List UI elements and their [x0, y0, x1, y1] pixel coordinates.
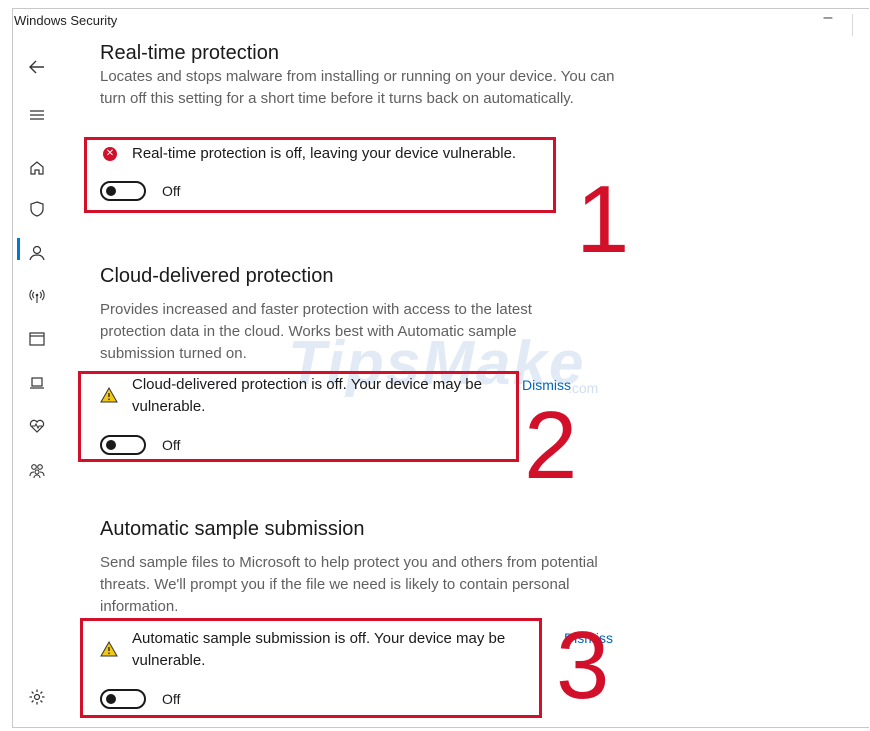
gear-icon[interactable]	[26, 686, 48, 708]
titlebar-divider	[852, 14, 853, 36]
hamburger-icon[interactable]	[26, 104, 48, 126]
sample-toggle-label: Off	[162, 691, 181, 707]
dismiss-link-cloud[interactable]: Dismiss	[522, 377, 571, 393]
status-message-cloud: Cloud-delivered protection is off. Your …	[132, 376, 482, 415]
sample-toggle[interactable]	[100, 689, 146, 709]
warning-icon	[100, 387, 118, 403]
health-heart-icon[interactable]	[26, 415, 48, 437]
toggle-knob	[106, 186, 116, 196]
section-title-realtime: Real-time protection	[100, 42, 279, 64]
realtime-toggle[interactable]	[100, 181, 146, 201]
section-desc-cloud: Provides increased and faster protection…	[100, 301, 532, 362]
app-browser-icon[interactable]	[26, 328, 48, 350]
error-icon: ✕	[103, 147, 117, 161]
family-icon[interactable]	[26, 459, 48, 481]
annotation-number-3: 3	[556, 612, 610, 719]
device-icon[interactable]	[26, 372, 48, 394]
home-icon[interactable]	[26, 157, 48, 179]
annotation-number-1: 1	[576, 166, 630, 273]
minimize-button[interactable]: –	[818, 10, 838, 28]
nav-rail	[12, 40, 60, 726]
active-indicator	[17, 238, 20, 260]
toggle-knob	[106, 440, 116, 450]
cloud-toggle-label: Off	[162, 437, 181, 453]
shield-icon[interactable]	[26, 198, 48, 220]
status-message-sample: Automatic sample submission is off. Your…	[132, 630, 506, 669]
realtime-toggle-label: Off	[162, 183, 181, 199]
section-title-sample: Automatic sample submission	[100, 518, 365, 540]
wireless-icon[interactable]	[26, 285, 48, 307]
section-desc-sample: Send sample files to Microsoft to help p…	[100, 554, 598, 615]
section-desc-realtime: Locates and stops malware from installin…	[100, 68, 615, 107]
toggle-knob	[106, 694, 116, 704]
annotation-number-2: 2	[524, 392, 578, 499]
person-icon[interactable]	[26, 242, 48, 264]
status-message-realtime: Real-time protection is off, leaving you…	[132, 145, 517, 162]
warning-icon	[100, 641, 118, 657]
section-title-cloud: Cloud-delivered protection	[100, 265, 334, 287]
back-arrow-icon[interactable]	[26, 56, 48, 78]
window-title: Windows Security	[14, 13, 118, 28]
cloud-toggle[interactable]	[100, 435, 146, 455]
